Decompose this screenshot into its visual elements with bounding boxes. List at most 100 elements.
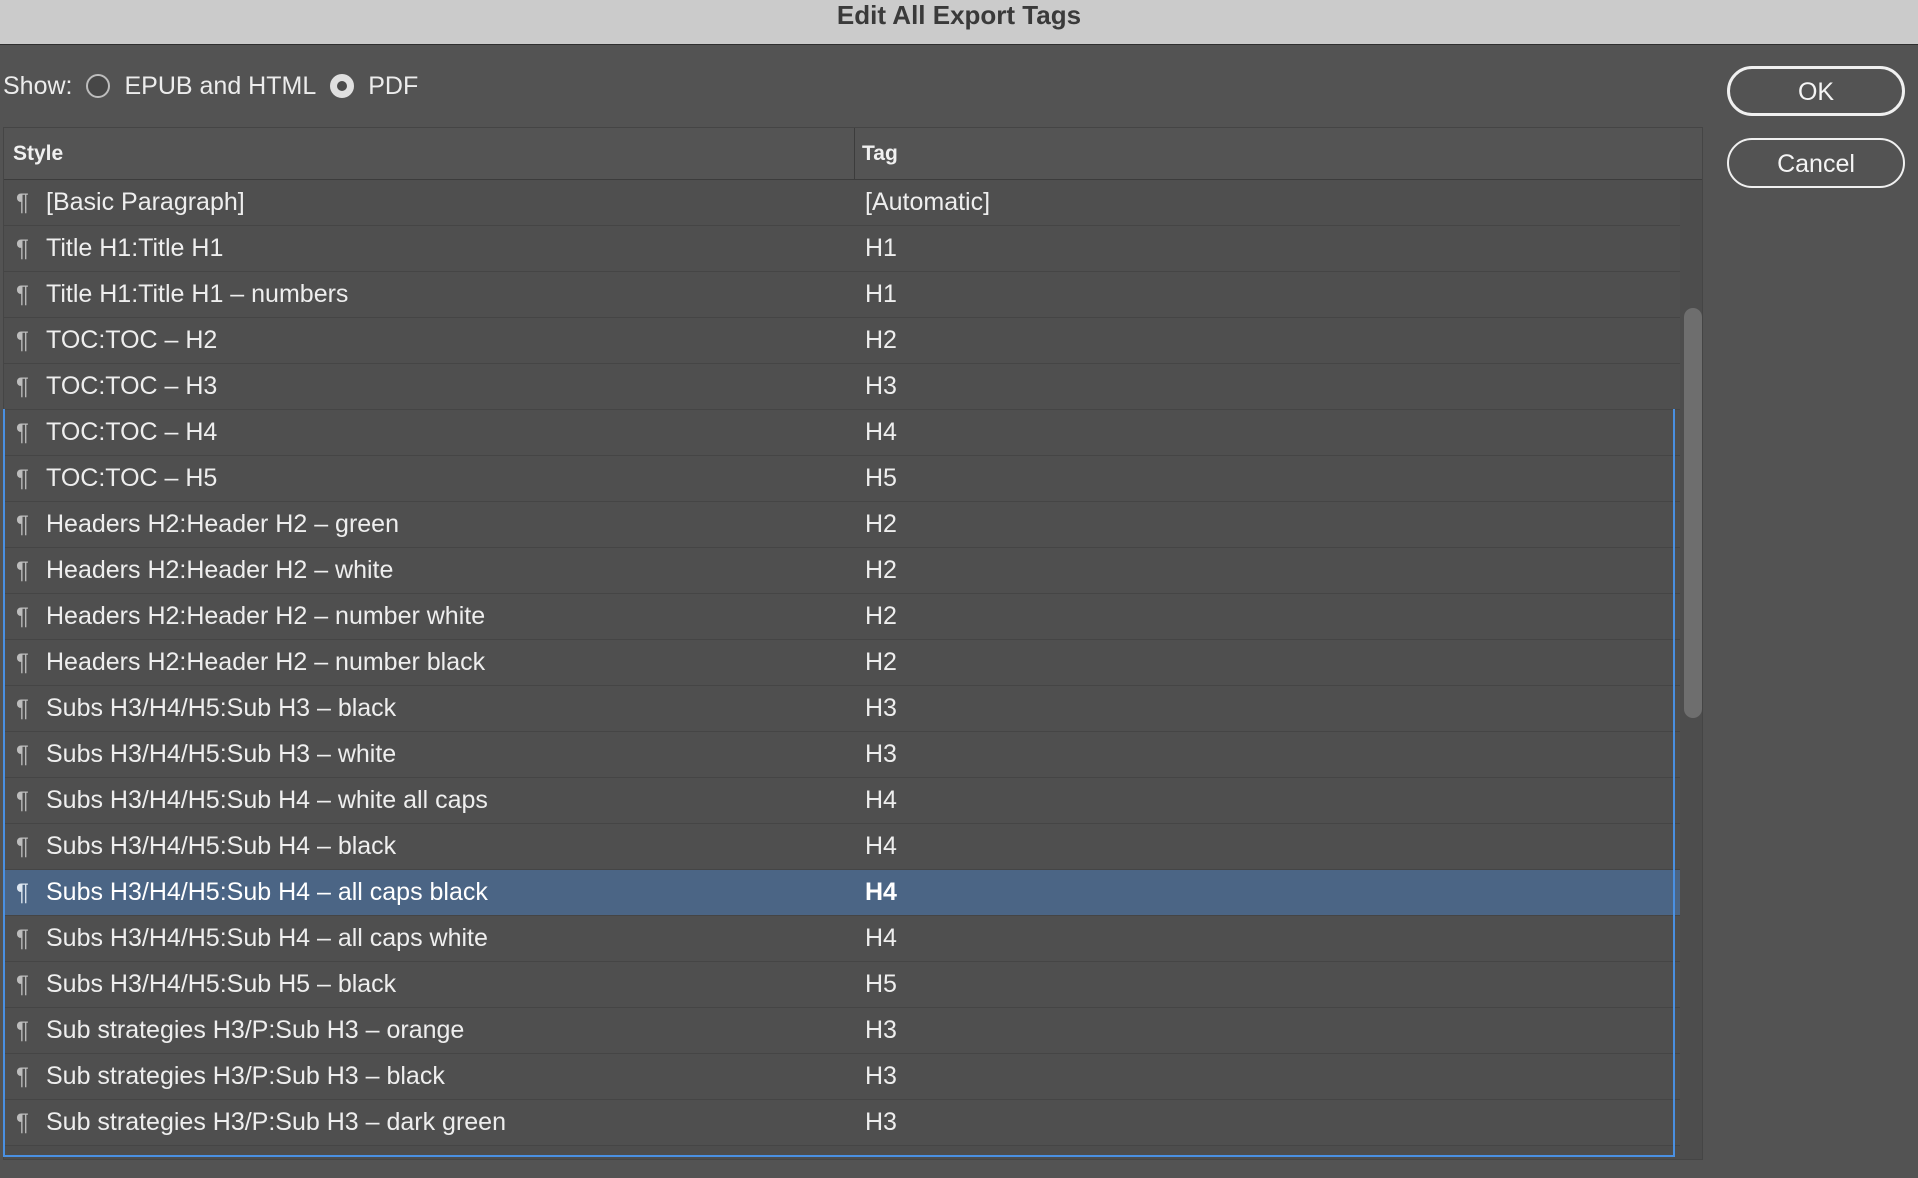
table-header: Style Tag <box>4 128 1702 180</box>
style-name-cell: TOC:TOC – H3 <box>46 372 218 400</box>
table-row[interactable]: ¶ Headers H2:Header H2 – white H2 <box>4 548 1680 594</box>
style-name-cell: Subs H3/H4/H5:Sub H5 – black <box>46 970 397 998</box>
tag-cell[interactable]: H3 <box>865 1100 897 1145</box>
table-row[interactable]: ¶ Sub strategies H3/P:Sub H3 – orange H3 <box>4 1008 1680 1054</box>
paragraph-style-icon: ¶ <box>16 1063 29 1090</box>
radio-pdf[interactable] <box>330 74 355 98</box>
style-name-cell: Subs H3/H4/H5:Sub H4 – all caps black <box>46 878 488 906</box>
style-name-cell: [Basic Paragraph] <box>46 188 245 216</box>
table-row[interactable]: ¶ Subs H3/H4/H5:Sub H4 – black H4 <box>4 824 1680 870</box>
style-name-cell: Headers H2:Header H2 – green <box>46 510 399 538</box>
paragraph-style-icon: ¶ <box>16 1017 29 1044</box>
radio-dot-icon <box>337 81 348 91</box>
cancel-button[interactable]: Cancel <box>1727 138 1905 188</box>
style-name-cell: Headers H2:Header H2 – white <box>46 556 394 584</box>
window-title: Edit All Export Tags <box>0 0 1918 45</box>
table-row[interactable]: ¶ Subs H3/H4/H5:Sub H3 – black H3 <box>4 686 1680 732</box>
tag-cell[interactable]: H5 <box>865 962 897 1007</box>
tag-cell[interactable]: H1 <box>865 226 897 271</box>
export-tags-table: Style Tag ¶ [Basic Paragraph] [Automatic] ¶… <box>3 127 1703 1160</box>
edit-export-tags-dialog: Edit All Export Tags Show: EPUB and HTML… <box>0 0 1918 1178</box>
paragraph-style-icon: ¶ <box>16 465 29 492</box>
table-row[interactable]: ¶ Headers H2:Header H2 – green H2 <box>4 502 1680 548</box>
paragraph-style-icon: ¶ <box>16 1109 29 1136</box>
show-filter: Show: EPUB and HTML PDF <box>3 68 432 104</box>
style-name-cell: TOC:TOC – H2 <box>46 326 218 354</box>
table-row[interactable]: ¶ [Basic Paragraph] [Automatic] <box>4 180 1680 226</box>
table-row[interactable]: ¶ Headers H2:Header H2 – number white H2 <box>4 594 1680 640</box>
style-name-cell: Sub strategies H3/P:Sub H3 – orange <box>46 1016 465 1044</box>
style-name-cell: TOC:TOC – H5 <box>46 464 218 492</box>
tag-cell[interactable]: [Automatic] <box>865 180 990 225</box>
table-row[interactable]: ¶ Subs H3/H4/H5:Sub H4 – all caps white H4 <box>4 916 1680 962</box>
style-name-cell: Subs H3/H4/H5:Sub H4 – all caps white <box>46 924 488 952</box>
table-row[interactable]: ¶ TOC:TOC – H3 H3 <box>4 364 1680 410</box>
paragraph-style-icon: ¶ <box>16 419 29 446</box>
table-row[interactable]: ¶ Subs H3/H4/H5:Sub H4 – all caps black H4 <box>4 870 1680 916</box>
paragraph-style-icon: ¶ <box>16 511 29 538</box>
tag-cell[interactable]: H4 <box>865 410 897 455</box>
table-body: ¶ [Basic Paragraph] [Automatic] ¶ Title H1:T… <box>4 180 1680 1146</box>
style-name-cell: Subs H3/H4/H5:Sub H3 – black <box>46 694 397 722</box>
table-row[interactable]: ¶ Sub strategies H3/P:Sub H3 – dark green… <box>4 1100 1680 1146</box>
tag-cell[interactable]: H1 <box>865 272 897 317</box>
paragraph-style-icon: ¶ <box>16 787 29 814</box>
style-name-cell: Title H1:Title H1 <box>46 234 224 262</box>
tag-cell[interactable]: H2 <box>865 318 897 363</box>
radio-label-pdf[interactable]: PDF <box>368 72 418 101</box>
tag-cell[interactable]: H3 <box>865 364 897 409</box>
table-row[interactable]: ¶ Title H1:Title H1 – numbers H1 <box>4 272 1680 318</box>
tag-cell[interactable]: H3 <box>865 686 897 731</box>
paragraph-style-icon: ¶ <box>16 281 29 308</box>
style-name-cell: Headers H2:Header H2 – number white <box>46 602 486 630</box>
paragraph-style-icon: ¶ <box>16 925 29 952</box>
ok-button[interactable]: OK <box>1727 66 1905 116</box>
table-row[interactable]: ¶ Title H1:Title H1 H1 <box>4 226 1680 272</box>
column-divider[interactable] <box>854 128 855 180</box>
table-row[interactable]: ¶ TOC:TOC – H5 H5 <box>4 456 1680 502</box>
column-header-style[interactable]: Style <box>13 128 63 180</box>
tag-cell[interactable]: H3 <box>865 1054 897 1099</box>
tag-cell[interactable]: H4 <box>865 824 897 869</box>
vertical-scrollbar[interactable] <box>1684 308 1702 718</box>
tag-cell[interactable]: H3 <box>865 1008 897 1053</box>
tag-cell[interactable]: H4 <box>865 916 897 961</box>
tag-cell[interactable]: H2 <box>865 502 897 547</box>
style-name-cell: Subs H3/H4/H5:Sub H4 – white all caps <box>46 786 488 814</box>
table-row[interactable]: ¶ Subs H3/H4/H5:Sub H5 – black H5 <box>4 962 1680 1008</box>
paragraph-style-icon: ¶ <box>16 833 29 860</box>
column-header-tag[interactable]: Tag <box>862 128 898 180</box>
paragraph-style-icon: ¶ <box>16 741 29 768</box>
style-name-cell: Title H1:Title H1 – numbers <box>46 280 349 308</box>
table-row[interactable]: ¶ TOC:TOC – H4 H4 <box>4 410 1680 456</box>
paragraph-style-icon: ¶ <box>16 235 29 262</box>
table-row[interactable]: ¶ Sub strategies H3/P:Sub H3 – black H3 <box>4 1054 1680 1100</box>
tag-cell[interactable]: H2 <box>865 640 897 685</box>
paragraph-style-icon: ¶ <box>16 327 29 354</box>
show-label: Show: <box>3 71 73 100</box>
table-row[interactable]: ¶ Subs H3/H4/H5:Sub H4 – white all caps H4 <box>4 778 1680 824</box>
tag-cell[interactable]: H4 <box>865 778 897 823</box>
radio-label-epub-html[interactable]: EPUB and HTML <box>124 72 316 101</box>
paragraph-style-icon: ¶ <box>16 557 29 584</box>
paragraph-style-icon: ¶ <box>16 603 29 630</box>
paragraph-style-icon: ¶ <box>16 189 29 216</box>
style-name-cell: Subs H3/H4/H5:Sub H4 – black <box>46 832 397 860</box>
table-row[interactable]: ¶ Headers H2:Header H2 – number black H2 <box>4 640 1680 686</box>
paragraph-style-icon: ¶ <box>16 373 29 400</box>
table-row[interactable]: ¶ Subs H3/H4/H5:Sub H3 – white H3 <box>4 732 1680 778</box>
paragraph-style-icon: ¶ <box>16 971 29 998</box>
tag-cell[interactable]: H5 <box>865 456 897 501</box>
tag-cell[interactable]: H4 <box>865 870 897 915</box>
style-name-cell: Sub strategies H3/P:Sub H3 – dark green <box>46 1108 506 1136</box>
style-name-cell: Sub strategies H3/P:Sub H3 – black <box>46 1062 445 1090</box>
paragraph-style-icon: ¶ <box>16 695 29 722</box>
paragraph-style-icon: ¶ <box>16 649 29 676</box>
tag-cell[interactable]: H3 <box>865 732 897 777</box>
style-name-cell: Headers H2:Header H2 – number black <box>46 648 486 676</box>
style-name-cell: Subs H3/H4/H5:Sub H3 – white <box>46 740 397 768</box>
tag-cell[interactable]: H2 <box>865 548 897 593</box>
tag-cell[interactable]: H2 <box>865 594 897 639</box>
table-row[interactable]: ¶ TOC:TOC – H2 H2 <box>4 318 1680 364</box>
radio-epub-html[interactable] <box>86 74 111 98</box>
